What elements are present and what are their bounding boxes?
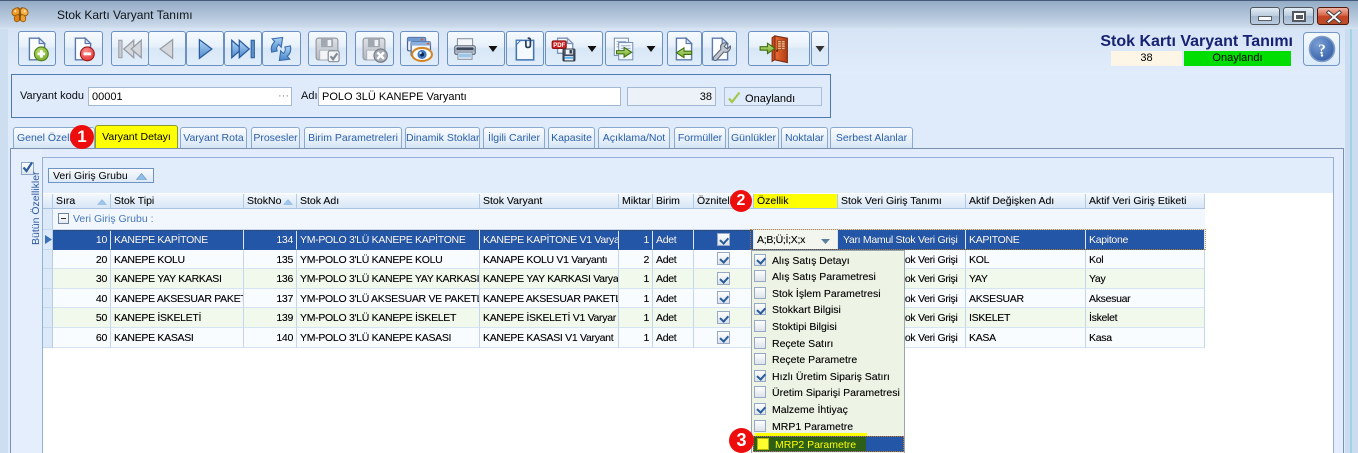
svg-text:PDF: PDF	[553, 42, 565, 48]
